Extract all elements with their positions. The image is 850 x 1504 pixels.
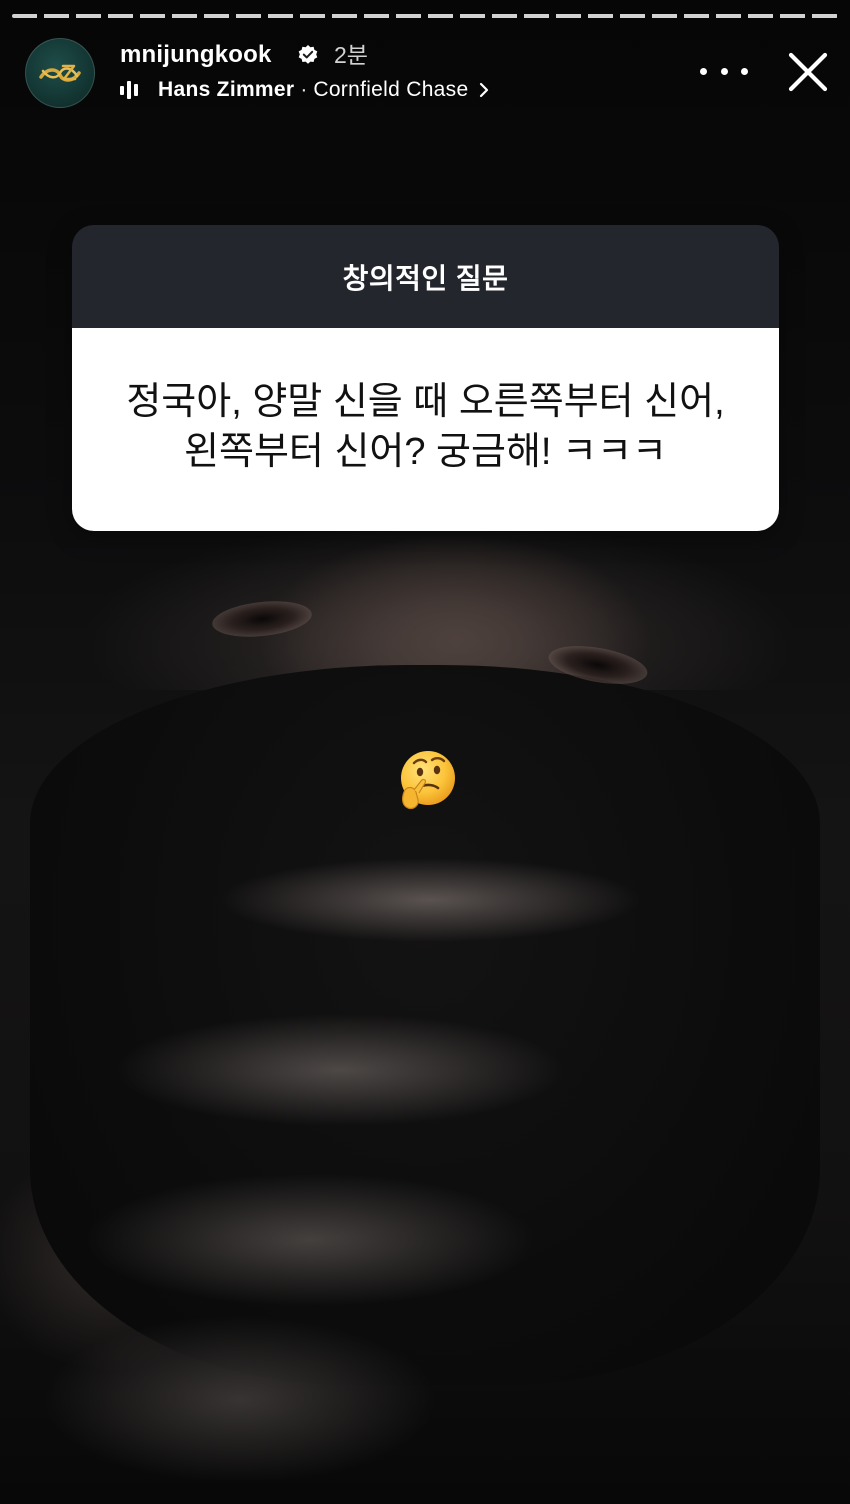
chevron-right-icon [480,82,489,98]
profile-avatar[interactable] [25,38,95,108]
post-time: 2분 [334,42,368,68]
question-text-line: 정국아, 양말 신을 때 오른쪽부터 신어, [126,380,725,423]
music-attribution[interactable]: Hans Zimmer · Cornfield Chase [120,75,490,105]
story-viewer[interactable]: mnijungkook 2분 Hans Zimmer · Cornfield C… [0,0,850,1504]
more-options-button[interactable] [700,56,748,86]
close-icon [788,52,828,92]
story-header: mnijungkook 2분 Hans Zimmer · Cornfield C… [0,30,850,120]
more-options-icon [700,67,707,75]
thinking-face-emoji [401,751,455,810]
question-text-line: 왼쪽부터 신어? 궁금해! ㅋㅋㅋ [184,430,667,473]
more-options-icon [741,67,748,75]
more-options-icon [720,67,728,75]
verified-badge-icon [298,45,318,64]
close-button[interactable] [784,48,832,96]
avatar-logo-icon [39,64,81,82]
question-sticker-body: 정국아, 양말 신을 때 오른쪽부터 신어, 왼쪽부터 신어? 궁금해! ㅋㅋㅋ [72,328,779,531]
question-sticker-title: 창의적인 질문 [72,225,779,328]
question-sticker[interactable]: 창의적인 질문 정국아, 양말 신을 때 오른쪽부터 신어, 왼쪽부터 신어? … [72,225,779,531]
story-progress-bar [12,14,838,18]
music-bars-icon [120,80,146,100]
music-separator: · [300,78,308,101]
story-photo-hand [10,840,670,1480]
music-artist: Hans Zimmer [158,78,295,101]
music-track: Cornfield Chase [313,78,469,101]
username[interactable]: mnijungkook [120,40,272,70]
